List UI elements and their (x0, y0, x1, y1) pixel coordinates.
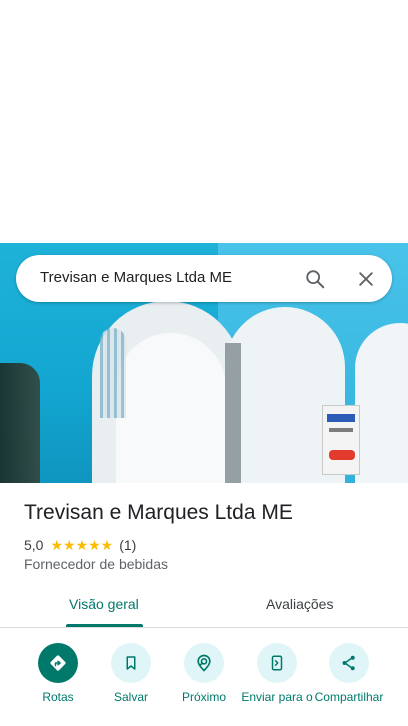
blank-area (0, 0, 408, 243)
tab-reviews[interactable]: Avaliações (266, 596, 333, 612)
nearby-label: Próximo (181, 690, 226, 704)
review-count[interactable]: (1) (119, 537, 136, 553)
rating-value: 5,0 (24, 537, 44, 553)
directions-label: Rotas (42, 690, 74, 704)
action-bar: Rotas Salvar Próximo Enviar para o Compa… (0, 640, 408, 726)
nearby-icon (184, 643, 224, 683)
active-tab-indicator (66, 624, 143, 627)
search-bar[interactable]: Trevisan e Marques Ltda ME (16, 255, 392, 302)
save-label: Salvar (113, 690, 148, 704)
save-button[interactable]: Salvar (91, 640, 171, 704)
directions-button[interactable]: Rotas (18, 640, 98, 704)
directions-icon (38, 643, 78, 683)
search-icon[interactable] (301, 265, 329, 293)
search-query[interactable]: Trevisan e Marques Ltda ME (40, 269, 232, 286)
tab-overview[interactable]: Visão geral (69, 596, 139, 612)
place-title: Trevisan e Marques Ltda ME (24, 501, 293, 524)
send-to-phone-icon (257, 643, 297, 683)
send-to-phone-label: Enviar para o (241, 690, 313, 704)
rating-stars: ★★★★★ (50, 536, 114, 553)
nearby-button[interactable]: Próximo (164, 640, 244, 704)
share-button[interactable]: Compartilhar (309, 640, 389, 704)
share-label: Compartilhar (314, 690, 384, 704)
send-to-phone-button[interactable]: Enviar para o (237, 640, 317, 704)
share-icon (329, 643, 369, 683)
tab-bar: Visão geral Avaliações (0, 590, 408, 628)
bookmark-icon (111, 643, 151, 683)
close-icon[interactable] (352, 265, 380, 293)
place-category[interactable]: Fornecedor de bebidas (24, 556, 168, 572)
rating-row[interactable]: 5,0 ★★★★★ (1) (24, 536, 136, 554)
storefront-sign (322, 405, 360, 475)
